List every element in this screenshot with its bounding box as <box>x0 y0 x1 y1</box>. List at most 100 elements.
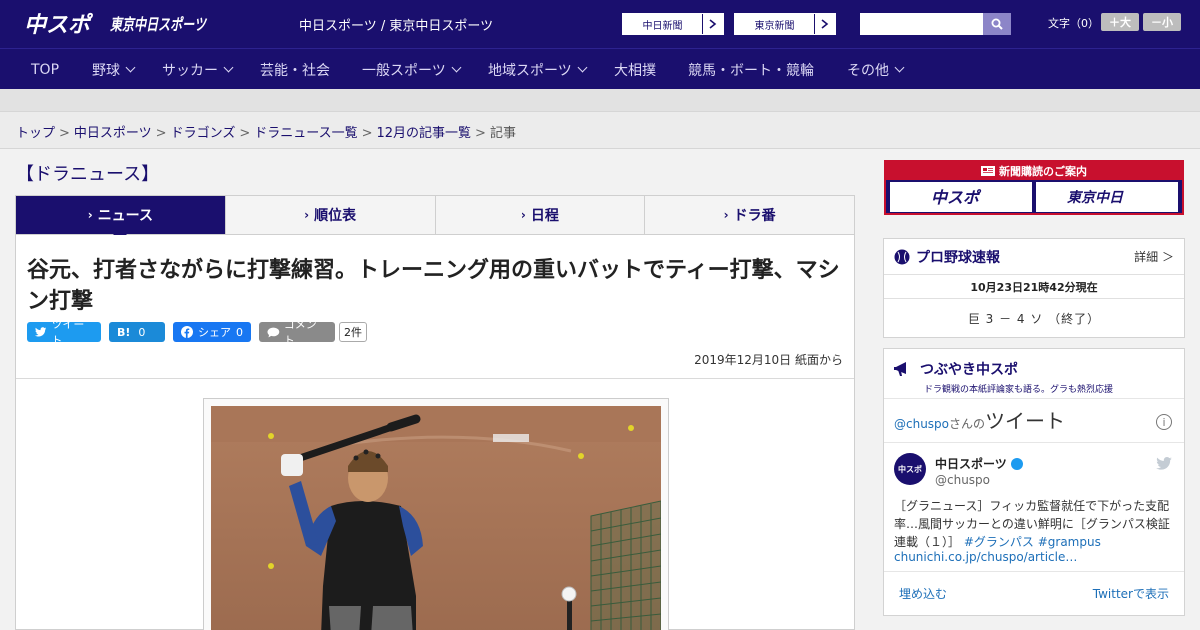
tweet-button[interactable]: ツイート <box>27 318 101 347</box>
section-tabs: › ニュース › 順位表 › 日程 › ドラ番 <box>15 195 855 241</box>
hatena-bookmark-button[interactable]: B! 0 <box>109 322 165 342</box>
game-score[interactable]: 巨 3 － 4 ソ （終了） <box>884 299 1184 337</box>
tweet-link[interactable]: chunichi.co.jp/chuspo/article… <box>894 550 1077 564</box>
share-buttons: ツイート B! 0 シェア 0 コメント 2件 <box>27 318 367 347</box>
chevron-right-icon: › <box>304 208 310 222</box>
subscription-banner[interactable]: 新聞購読のご案内 中スポ 東京中日 <box>884 160 1184 215</box>
breadcrumb-link-dra-news[interactable]: ドラニュース一覧 <box>254 126 357 141</box>
tweets-handle-suffix: さんの <box>949 417 986 431</box>
tab-schedule[interactable]: › 日程 <box>435 196 646 234</box>
nav-item-racing[interactable]: 競馬・ボート・競輪 <box>688 49 814 90</box>
chevron-down-icon <box>125 62 136 73</box>
chevron-right-icon: › <box>520 208 526 222</box>
paper-link-label: 中日新聞 <box>623 14 703 34</box>
tweet-hashtags[interactable]: #グランパス #grampus <box>964 535 1101 549</box>
view-on-twitter-link[interactable]: Twitterで表示 <box>1093 585 1169 602</box>
newspaper-icon <box>981 166 995 176</box>
twitter-timeline: つぶやき中スポ ドラ観戦の本紙評論家も語る。グラも熱烈応援 @chuspo さんの… <box>883 348 1185 616</box>
nav-label: サッカー <box>162 62 218 79</box>
breadcrumb-bar: トップ > 中日スポーツ > ドラゴンズ > ドラニュース一覧 >12月の記事一覧 > 記事 <box>0 111 1200 149</box>
twitter-bird-icon[interactable] <box>1156 455 1172 474</box>
breadcrumb-link-top[interactable]: トップ <box>16 126 55 141</box>
tokyo-shimbun-link[interactable]: 東京新聞 <box>734 13 836 35</box>
tokyo-chunichi-logo[interactable]: 東京中日スポーツ <box>110 9 210 39</box>
nav-item-local-sports[interactable]: 地域スポーツ <box>488 49 588 90</box>
tweets-subtitle: ドラ観戦の本紙評論家も語る。グラも熱烈応援 <box>924 385 1114 395</box>
nav-label: 大相撲 <box>614 62 656 79</box>
ad-band <box>0 89 1200 111</box>
breadcrumb-link-chuspo[interactable]: 中日スポーツ <box>74 126 152 141</box>
scores-header: プロ野球速報 詳細 ＞ <box>884 239 1184 275</box>
subscription-title: 新聞購読のご案内 <box>999 165 1087 178</box>
nav-item-other[interactable]: その他 <box>847 49 905 90</box>
chevron-right-icon <box>815 14 835 34</box>
breadcrumb-link-dragons[interactable]: ドラゴンズ <box>171 126 236 141</box>
tokyo-chunichi-logo-mark: 東京中日 <box>1067 189 1124 206</box>
breadcrumb-current: 記事 <box>489 126 516 141</box>
chevron-right-icon <box>703 14 723 34</box>
tweets-footer: 埋め込む Twitterで表示 <box>884 571 1184 615</box>
pro-baseball-scores: プロ野球速報 詳細 ＞ 10月23日21時42分現在 巨 3 － 4 ソ （終了… <box>883 238 1185 338</box>
article-photo-frame <box>203 398 669 630</box>
article: 谷元、打者さながらに打撃練習。トレーニング用の重いバットでティー打撃、マシン打撃… <box>15 235 855 630</box>
tweet-text: ［グラニュース］フィッカ監督就任で下がった支配率…風間サッカーとの違い鮮明に［グ… <box>894 497 1176 551</box>
chevron-down-icon <box>223 62 234 73</box>
avatar[interactable]: 中スポ <box>894 453 926 485</box>
tweets-title: つぶやき中スポ <box>920 362 1018 378</box>
chuspo-logo[interactable]: 中スポ <box>24 9 102 39</box>
nav-item-sumo[interactable]: 大相撲 <box>614 49 656 90</box>
chuspo-subscribe-logo[interactable]: 中スポ <box>890 182 1032 212</box>
scores-detail-link[interactable]: 詳細 ＞ <box>1134 248 1174 265</box>
tweet-account-handle[interactable]: @chuspo <box>935 473 990 487</box>
breadcrumb-separator: > <box>475 126 486 141</box>
comment-count: 2件 <box>339 322 367 342</box>
comment-button[interactable]: コメント <box>259 318 335 347</box>
breadcrumb: トップ > 中日スポーツ > ドラゴンズ > ドラニュース一覧 >12月の記事一覧 > 記事 <box>16 122 516 141</box>
tweets-handle-link[interactable]: @chuspo <box>894 417 949 431</box>
scores-timestamp: 10月23日21時42分現在 <box>884 275 1184 299</box>
site-title: 中日スポーツ / 東京中日スポーツ <box>299 19 494 34</box>
tab-beat-reporter[interactable]: › ドラ番 <box>645 196 854 234</box>
tokyo-chunichi-subscribe-logo[interactable]: 東京中日 <box>1036 182 1178 212</box>
section-title: 【ドラニュース】 <box>16 164 160 185</box>
breadcrumb-link-december[interactable]: 12月の記事一覧 <box>377 126 472 141</box>
search-icon <box>991 18 1003 30</box>
nav-item-top[interactable]: TOP <box>31 49 59 90</box>
facebook-share-button[interactable]: シェア 0 <box>173 322 251 342</box>
paper-link-label: 東京新聞 <box>735 14 815 34</box>
font-increase-button[interactable]: ＋大 <box>1101 13 1139 31</box>
nav-item-baseball[interactable]: 野球 <box>92 49 136 90</box>
hatena-icon: B! <box>117 325 131 339</box>
breadcrumb-separator: > <box>239 126 251 141</box>
font-decrease-button[interactable]: －小 <box>1143 13 1181 31</box>
tweet-account-name[interactable]: 中日スポーツ <box>935 455 1023 472</box>
nav-label: 野球 <box>92 62 120 79</box>
svg-text:東京中日スポーツ: 東京中日スポーツ <box>110 15 207 34</box>
chunichi-shimbun-link[interactable]: 中日新聞 <box>622 13 724 35</box>
chuspo-logo-mark: 中スポ <box>24 12 94 38</box>
nav-label: 競馬・ボート・競輪 <box>688 62 814 79</box>
subscription-logos: 中スポ 東京中日 <box>886 180 1182 214</box>
verified-badge-icon <box>1010 457 1023 470</box>
chevron-down-icon <box>451 62 462 73</box>
search-input[interactable] <box>860 13 983 35</box>
article-photo[interactable] <box>211 406 661 630</box>
info-icon[interactable]: i <box>1156 414 1172 430</box>
divider <box>884 442 1184 443</box>
batting-practice-photo <box>211 406 661 630</box>
nav-item-general-sports[interactable]: 一般スポーツ <box>362 49 462 90</box>
embed-link[interactable]: 埋め込む <box>899 585 947 602</box>
tweets-header: つぶやき中スポ ドラ観戦の本紙評論家も語る。グラも熱烈応援 <box>884 349 1184 399</box>
svg-text:中スポ: 中スポ <box>931 188 982 207</box>
facebook-share-count: 0 <box>236 325 243 339</box>
nav-label: 芸能・社会 <box>260 62 330 79</box>
nav-item-entertainment[interactable]: 芸能・社会 <box>260 49 330 90</box>
nav-item-soccer[interactable]: サッカー <box>162 49 234 90</box>
search-button[interactable] <box>983 13 1011 35</box>
main-nav: TOP 野球 サッカー 芸能・社会 一般スポーツ 地域スポーツ 大相撲 競馬・ボ… <box>0 48 1200 89</box>
breadcrumb-separator: > <box>155 126 167 141</box>
tab-label: 順位表 <box>314 208 357 224</box>
tab-standings[interactable]: › 順位表 <box>225 196 436 234</box>
tab-news[interactable]: › ニュース <box>16 196 226 241</box>
facebook-icon <box>181 326 193 338</box>
